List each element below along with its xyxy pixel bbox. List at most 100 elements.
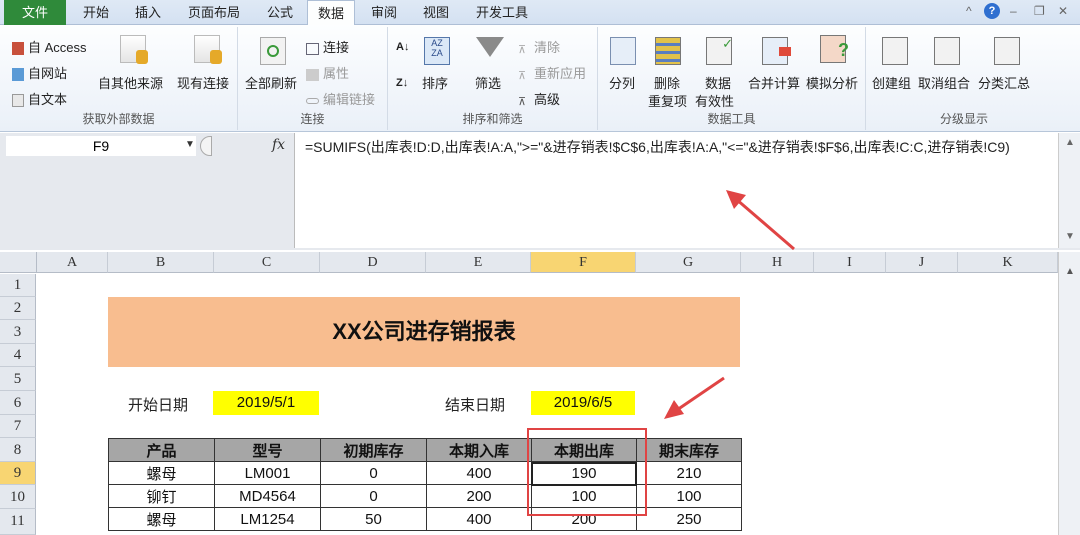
edit-links-button[interactable]: 编辑链接 [306, 89, 375, 108]
formula-bar-scrollbar[interactable]: ▲ ▼ [1058, 133, 1080, 248]
sort-desc-icon[interactable]: Z↓ [396, 77, 408, 89]
row-header-8[interactable]: 8 [0, 438, 36, 462]
tab-view[interactable]: 视图 [412, 0, 460, 25]
tab-data[interactable]: 数据 [307, 0, 355, 26]
column-header-h[interactable]: H [741, 252, 814, 273]
tab-formulas[interactable]: 公式 [256, 0, 304, 25]
name-box[interactable]: F9 [6, 136, 196, 156]
existing-connections-button[interactable]: 现有连接 [177, 73, 229, 92]
sort-asc-icon[interactable]: A↓ [396, 41, 409, 53]
row-header-2[interactable]: 2 [0, 297, 36, 320]
cell[interactable]: LM1254 [214, 507, 321, 531]
data-validation-button[interactable]: 数据 [705, 73, 731, 92]
help-icon[interactable]: ? [984, 3, 1000, 19]
column-header-i[interactable]: I [814, 252, 886, 273]
column-header-g[interactable]: G [636, 252, 741, 273]
group-button[interactable]: 创建组 [872, 73, 911, 92]
column-header-a[interactable]: A [37, 252, 108, 273]
tab-insert[interactable]: 插入 [124, 0, 172, 25]
row-header-10[interactable]: 10 [0, 485, 36, 509]
cell[interactable]: 200 [426, 484, 532, 508]
tab-review[interactable]: 审阅 [360, 0, 408, 25]
minimize-icon[interactable]: – [1010, 4, 1017, 18]
cell[interactable]: 螺母 [108, 507, 215, 531]
connections-icon [306, 42, 319, 55]
cell[interactable]: LM001 [214, 461, 321, 485]
name-box-dropdown-icon[interactable]: ▼ [185, 139, 195, 150]
tab-page-layout[interactable]: 页面布局 [178, 0, 250, 25]
formula-input[interactable]: =SUMIFS(出库表!D:D,出库表!A:A,">="&进存销表!$C$6,出… [294, 133, 1058, 248]
remove-duplicates-label2[interactable]: 重复项 [648, 91, 687, 110]
properties-button[interactable]: 属性 [306, 63, 349, 82]
filter-button[interactable]: 筛选 [475, 73, 501, 92]
column-header-f[interactable]: F [531, 252, 636, 273]
row-header-4[interactable]: 4 [0, 344, 36, 367]
clear-button[interactable]: ⊼ 清除 [518, 37, 560, 56]
subtotal-button[interactable]: 分类汇总 [978, 73, 1030, 92]
from-other-sources-button[interactable]: 自其他来源 [98, 73, 163, 92]
row-header-3[interactable]: 3 [0, 320, 36, 344]
sheet-vertical-scrollbar[interactable]: ▲ [1058, 252, 1080, 535]
consolidate-button[interactable]: 合并计算 [748, 73, 800, 92]
restore-icon[interactable]: ❐ [1034, 4, 1045, 18]
connections-button[interactable]: 连接 [306, 37, 349, 56]
sort-button[interactable]: 排序 [422, 73, 448, 92]
tab-developer[interactable]: 开发工具 [466, 0, 538, 25]
start-date-cell[interactable]: 2019/5/1 [213, 391, 319, 415]
cell[interactable]: 400 [426, 461, 532, 485]
end-date-label[interactable]: 结束日期 [445, 394, 505, 415]
row-header-1[interactable]: 1 [0, 274, 36, 297]
cell[interactable]: 螺母 [108, 461, 215, 485]
scroll-up-icon[interactable]: ▲ [1065, 266, 1075, 277]
refresh-all-button[interactable]: 全部刷新 [245, 73, 297, 92]
header-cell[interactable]: 型号 [214, 438, 321, 462]
column-header-b[interactable]: B [108, 252, 214, 273]
remove-duplicates-button[interactable]: 删除 [654, 73, 680, 92]
cell[interactable]: MD4564 [214, 484, 321, 508]
ungroup-button[interactable]: 取消组合 [918, 73, 970, 92]
cell[interactable]: 100 [636, 484, 742, 508]
row-header-9[interactable]: 9 [0, 462, 36, 485]
reapply-button[interactable]: ⊼ 重新应用 [518, 63, 586, 82]
report-title[interactable]: XX公司进存销报表 [108, 297, 740, 367]
minimize-ribbon-icon[interactable]: ^ [966, 4, 972, 18]
insert-function-icon[interactable]: fx [272, 137, 285, 153]
select-all-corner[interactable] [0, 252, 37, 273]
from-access-button[interactable]: 自 Access [12, 37, 87, 56]
row-header-7[interactable]: 7 [0, 415, 36, 438]
from-text-button[interactable]: 自文本 [12, 89, 67, 108]
header-cell[interactable]: 初期库存 [320, 438, 427, 462]
start-date-label[interactable]: 开始日期 [128, 394, 188, 415]
row-header-11[interactable]: 11 [0, 509, 36, 535]
column-header-k[interactable]: K [958, 252, 1058, 273]
row-header-5[interactable]: 5 [0, 367, 36, 391]
header-cell[interactable]: 期末库存 [636, 438, 742, 462]
data-validation-label2[interactable]: 有效性 [695, 91, 734, 110]
what-if-analysis-button[interactable]: 模拟分析 [806, 73, 858, 92]
column-header-d[interactable]: D [320, 252, 426, 273]
other-sources-icon [120, 35, 148, 64]
cell[interactable]: 210 [636, 461, 742, 485]
text-to-columns-button[interactable]: 分列 [609, 73, 635, 92]
tab-home[interactable]: 开始 [72, 0, 120, 25]
cell[interactable]: 铆钉 [108, 484, 215, 508]
end-date-cell[interactable]: 2019/6/5 [531, 391, 635, 415]
scroll-up-icon[interactable]: ▲ [1065, 137, 1075, 148]
advanced-button[interactable]: ⊼ 高级 [518, 89, 560, 108]
row-header-6[interactable]: 6 [0, 391, 36, 415]
cell[interactable]: 50 [320, 507, 427, 531]
column-header-j[interactable]: J [886, 252, 958, 273]
column-header-c[interactable]: C [214, 252, 320, 273]
header-cell[interactable]: 产品 [108, 438, 215, 462]
tab-file[interactable]: 文件 [4, 0, 66, 25]
from-web-button[interactable]: 自网站 [12, 63, 67, 82]
cell[interactable]: 400 [426, 507, 532, 531]
cell[interactable]: 0 [320, 484, 427, 508]
scroll-down-icon[interactable]: ▼ [1065, 231, 1075, 242]
header-cell[interactable]: 本期入库 [426, 438, 532, 462]
cell[interactable]: 250 [636, 507, 742, 531]
group-connections: 全部刷新 连接 属性 编辑链接 连接 [238, 27, 388, 130]
column-header-e[interactable]: E [426, 252, 531, 273]
cell[interactable]: 0 [320, 461, 427, 485]
close-icon[interactable]: ✕ [1058, 4, 1068, 18]
